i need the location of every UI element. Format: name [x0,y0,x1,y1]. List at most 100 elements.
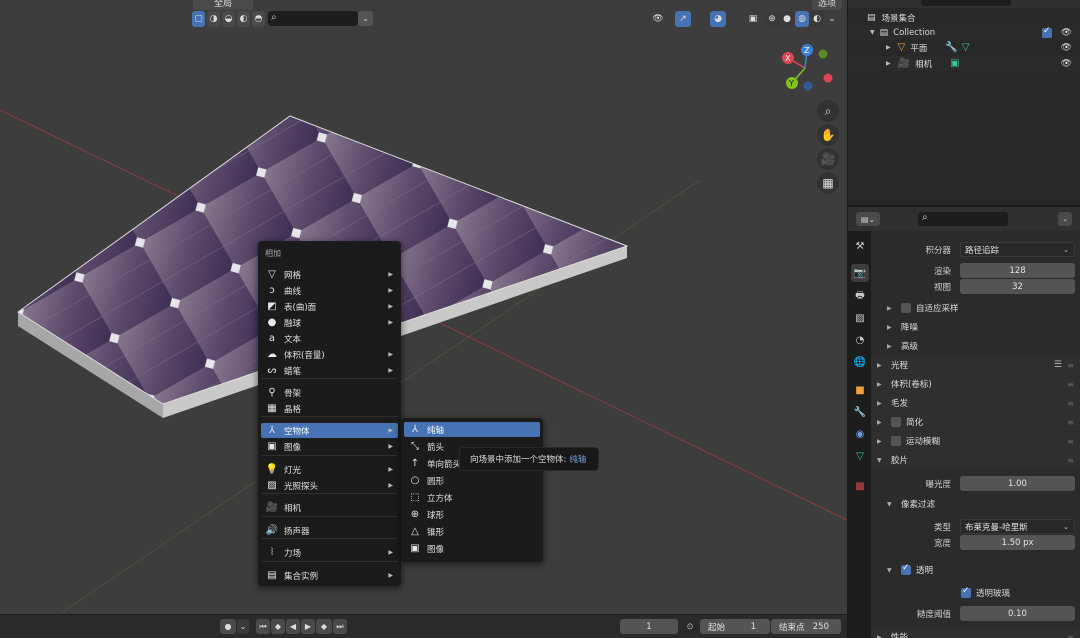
add-menu-item[interactable]: 🔊 扬声器 [261,523,398,538]
drag-handle-icon[interactable]: ≡ [1067,437,1074,446]
prev-keyframe-icon[interactable]: ◆ [271,619,285,634]
clock-icon[interactable]: ⏲ [683,619,697,634]
expand-camera-icon[interactable]: ▶ [886,60,891,67]
add-menu-item[interactable]: ᔕ 蜡笔 ▶ [261,363,398,378]
transparent-checkbox[interactable] [901,563,911,575]
select-intersect-icon[interactable]: ◓ [252,11,265,27]
performance-panel[interactable]: ▶ 性能 ≡ [871,628,1080,638]
motion-blur-checkbox[interactable] [891,436,901,446]
add-menu-item[interactable]: ▽ 网格 ▶ [261,267,398,282]
drag-handle-icon[interactable]: ≡ [1067,456,1074,465]
current-frame-field[interactable]: 1 [620,619,678,634]
add-menu-item[interactable]: ⚲ 骨架 [261,385,398,400]
add-menu-item[interactable]: a 文本 [261,331,398,346]
jump-start-icon[interactable]: ⏮ [256,619,270,634]
pixel-filter-section[interactable]: ▼ 像素过滤 [871,495,1080,513]
solid-shading-icon[interactable]: ● [780,11,794,27]
drag-handle-icon[interactable]: ≡ [1067,418,1074,427]
empty-submenu-item[interactable]: ⊕ 球形 [404,507,540,522]
expand-plane-icon[interactable]: ▶ [886,44,891,51]
object-tab-icon[interactable]: ■ [851,381,869,399]
play-icon[interactable]: ▶ [301,619,315,634]
camera-data-icon[interactable]: ▣ [950,58,959,69]
motion-blur-panel[interactable]: ▶ 运动模糊 ≡ [871,432,1080,450]
transform-orientation-dropdown[interactable]: 全局 [193,0,253,10]
add-menu-item[interactable]: ⦚ 力场 ▶ [261,545,398,560]
rendered-shading-icon[interactable]: ◐ [810,11,824,27]
world-tab-icon[interactable]: 🌐 [851,353,869,371]
mesh-data-icon[interactable]: ▽ [962,42,970,53]
record-button[interactable]: ● [220,619,236,634]
ortho-grid-icon[interactable]: ▦ [817,172,839,194]
start-frame-field[interactable]: 起始 1 [700,619,770,634]
drag-handle-icon[interactable]: ≡ [1067,633,1074,638]
editor-type-dropdown[interactable]: ▤⌄ [856,212,880,226]
viewport-search-input[interactable]: ⌕ [268,11,358,26]
drag-handle-icon[interactable]: ≡ [1067,361,1074,370]
jump-end-icon[interactable]: ⏭ [333,619,347,634]
add-menu-item[interactable]: ☁ 体积(音量) ▶ [261,347,398,362]
outliner-row-scene-collection[interactable]: ▤ 场景集合 [848,10,1080,25]
select-extend-icon[interactable]: ◑ [207,11,220,27]
transparent-glass-toggle[interactable]: 透明玻璃 [961,586,1010,599]
volumes-panel[interactable]: ▶ 体积(卷标) ≡ [871,375,1080,393]
texture-tab-icon[interactable]: ▩ [851,477,869,495]
properties-options-dropdown[interactable]: ⌄ [1058,212,1072,226]
collection-exclude-checkbox[interactable] [1042,26,1052,38]
add-menu-item[interactable]: ↄ 曲线 ▶ [261,283,398,298]
select-subtract-icon[interactable]: ◒ [222,11,235,27]
add-menu-item[interactable]: ▦ 晶格 [261,401,398,416]
render-tab-icon[interactable]: 📷 [851,264,869,282]
collection-visibility-eye-icon[interactable]: 👁 [1061,28,1072,38]
light-paths-panel[interactable]: ▶ 光程 ☰ ≡ [871,356,1080,374]
filter-width-field[interactable]: 1.50 px [960,535,1075,550]
empty-submenu-item[interactable]: ▣ 图像 [404,541,540,556]
zoom-icon[interactable]: ⌕ [817,100,839,122]
output-tab-icon[interactable]: 🖶 [851,287,869,305]
transparent-section[interactable]: ▼ 透明 [871,561,1080,579]
keying-dropdown[interactable]: ⌄ [237,619,249,634]
xray-toggle-icon[interactable]: ▣ [745,11,761,27]
physics-tab-icon[interactable]: ◉ [851,425,869,443]
empty-submenu-item[interactable]: △ 锥形 [404,524,540,539]
advanced-section[interactable]: ▶ 高级 [871,337,1080,355]
outliner-row-collection[interactable]: ▼ ▤ Collection 👁 [848,25,1080,40]
drag-handle-icon[interactable]: ≡ [1067,380,1074,389]
add-menu-item[interactable]: ▨ 光照探头 ▶ [261,478,398,493]
add-menu-item[interactable]: ▣ 图像 ▶ [261,439,398,454]
filter-dropdown-button[interactable]: ⌄ [358,11,373,26]
camera-view-icon[interactable]: 🎥 [817,148,839,170]
presets-list-icon[interactable]: ☰ [1054,360,1062,370]
viewport-samples-field[interactable]: 32 [960,279,1075,294]
view-layer-tab-icon[interactable]: ▨ [851,309,869,327]
render-samples-field[interactable]: 128 [960,263,1075,278]
select-box-mode-icon[interactable]: ▢ [192,11,205,27]
adaptive-sampling-section[interactable]: ▶ 自适应采样 [871,299,1080,317]
next-keyframe-icon[interactable]: ◆ [316,619,332,634]
navigation-gizmo[interactable]: X Z Y [775,38,835,98]
options-dropdown[interactable]: 选项 [812,0,842,10]
simplify-panel[interactable]: ▶ 简化 ≡ [871,413,1080,431]
modifiers-tab-icon[interactable]: 🔧 [851,403,869,421]
empty-submenu-item[interactable]: ⅄ 纯轴 [404,422,540,437]
roughness-threshold-field[interactable]: 0.10 [960,606,1075,621]
object-data-tab-icon[interactable]: ▽ [851,447,869,465]
expand-collection-icon[interactable]: ▼ [870,29,875,36]
3d-viewport[interactable]: 全局 ▢ ◑ ◒ ◐ ◓ ⌕ ⌄ 选项 👁 ↗ ◕ ▣ ⊕ ● ◍ ◐ ⌄ X [0,0,847,614]
properties-search-input[interactable]: ⌕ [918,212,1008,226]
outliner-row-plane[interactable]: ▶ ▽ 平面 🔧 ▽ 👁 [848,40,1080,55]
hair-panel[interactable]: ▶ 毛发 ≡ [871,394,1080,412]
wireframe-shading-icon[interactable]: ⊕ [765,11,779,27]
tool-tab-icon[interactable]: ⚒ [851,237,869,255]
outliner-row-camera[interactable]: ▶ 🎥 相机 ▣ 👁 [848,56,1080,71]
add-menu-item[interactable]: ● 融球 ▶ [261,315,398,330]
add-menu-item[interactable]: ◩ 表(曲)面 ▶ [261,299,398,314]
visibility-icon[interactable]: 👁 [647,11,669,27]
drag-handle-icon[interactable]: ≡ [1067,399,1074,408]
exposure-field[interactable]: 1.00 [960,476,1075,491]
shading-options-icon[interactable]: ⌄ [826,11,838,27]
film-panel[interactable]: ▼ 胶片 ≡ [871,451,1080,469]
empty-submenu-item[interactable]: ⬚ 立方体 [404,490,540,505]
outliner-search-input[interactable] [921,0,1011,6]
integrator-dropdown[interactable]: 路径追踪 ⌄ [960,242,1075,257]
